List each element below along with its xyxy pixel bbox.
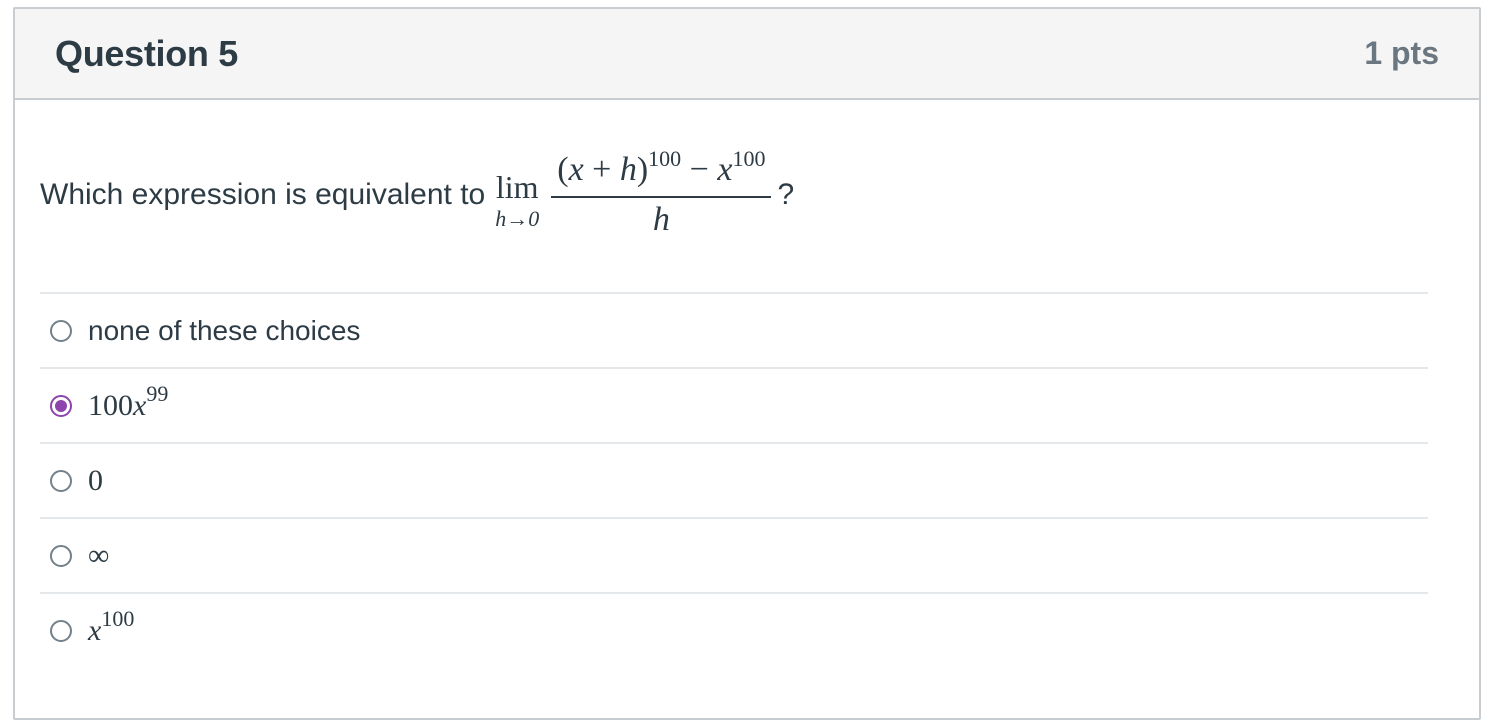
fraction-numerator: (x + h)100 − x100 xyxy=(557,146,766,189)
radio-button[interactable] xyxy=(50,319,72,342)
answer-option-infinity[interactable]: ∞ xyxy=(40,517,1428,592)
answer-option-zero[interactable]: 0 xyxy=(40,442,1428,517)
answer-label: none of these choices xyxy=(88,314,361,346)
answer-option-none[interactable]: none of these choices xyxy=(40,292,1428,367)
answer-label: 0 xyxy=(88,463,103,497)
prompt-question-mark: ? xyxy=(777,178,795,211)
radio-button-selected[interactable] xyxy=(50,394,72,417)
limit-fraction: (x + h)100 − x100 h xyxy=(551,146,772,240)
prompt-text: Which expression is equivalent to xyxy=(40,178,486,211)
radio-button[interactable] xyxy=(50,544,72,567)
limit-operator: lim h→0 xyxy=(495,171,539,231)
answer-label: ∞ xyxy=(88,538,110,572)
question-points: 1 pts xyxy=(1364,35,1439,71)
answer-option-100x99[interactable]: 100x99 xyxy=(40,367,1428,442)
question-header: Question 5 1 pts xyxy=(15,9,1479,100)
limit-label: lim xyxy=(495,169,539,205)
answer-option-x100[interactable]: x100 xyxy=(40,592,1428,667)
answer-label: x100 xyxy=(88,605,135,647)
radio-button[interactable] xyxy=(50,469,72,492)
answer-label: 100x99 xyxy=(88,380,169,422)
fraction-denominator: h xyxy=(652,201,670,238)
answer-list: none of these choices 100x99 0 ∞ x100 xyxy=(40,292,1428,667)
question-title: Question 5 xyxy=(55,32,239,74)
question-prompt: Which expression is equivalent to lim h→… xyxy=(40,146,795,240)
radio-button[interactable] xyxy=(50,619,72,642)
limit-subscript: h→0 xyxy=(495,206,540,231)
